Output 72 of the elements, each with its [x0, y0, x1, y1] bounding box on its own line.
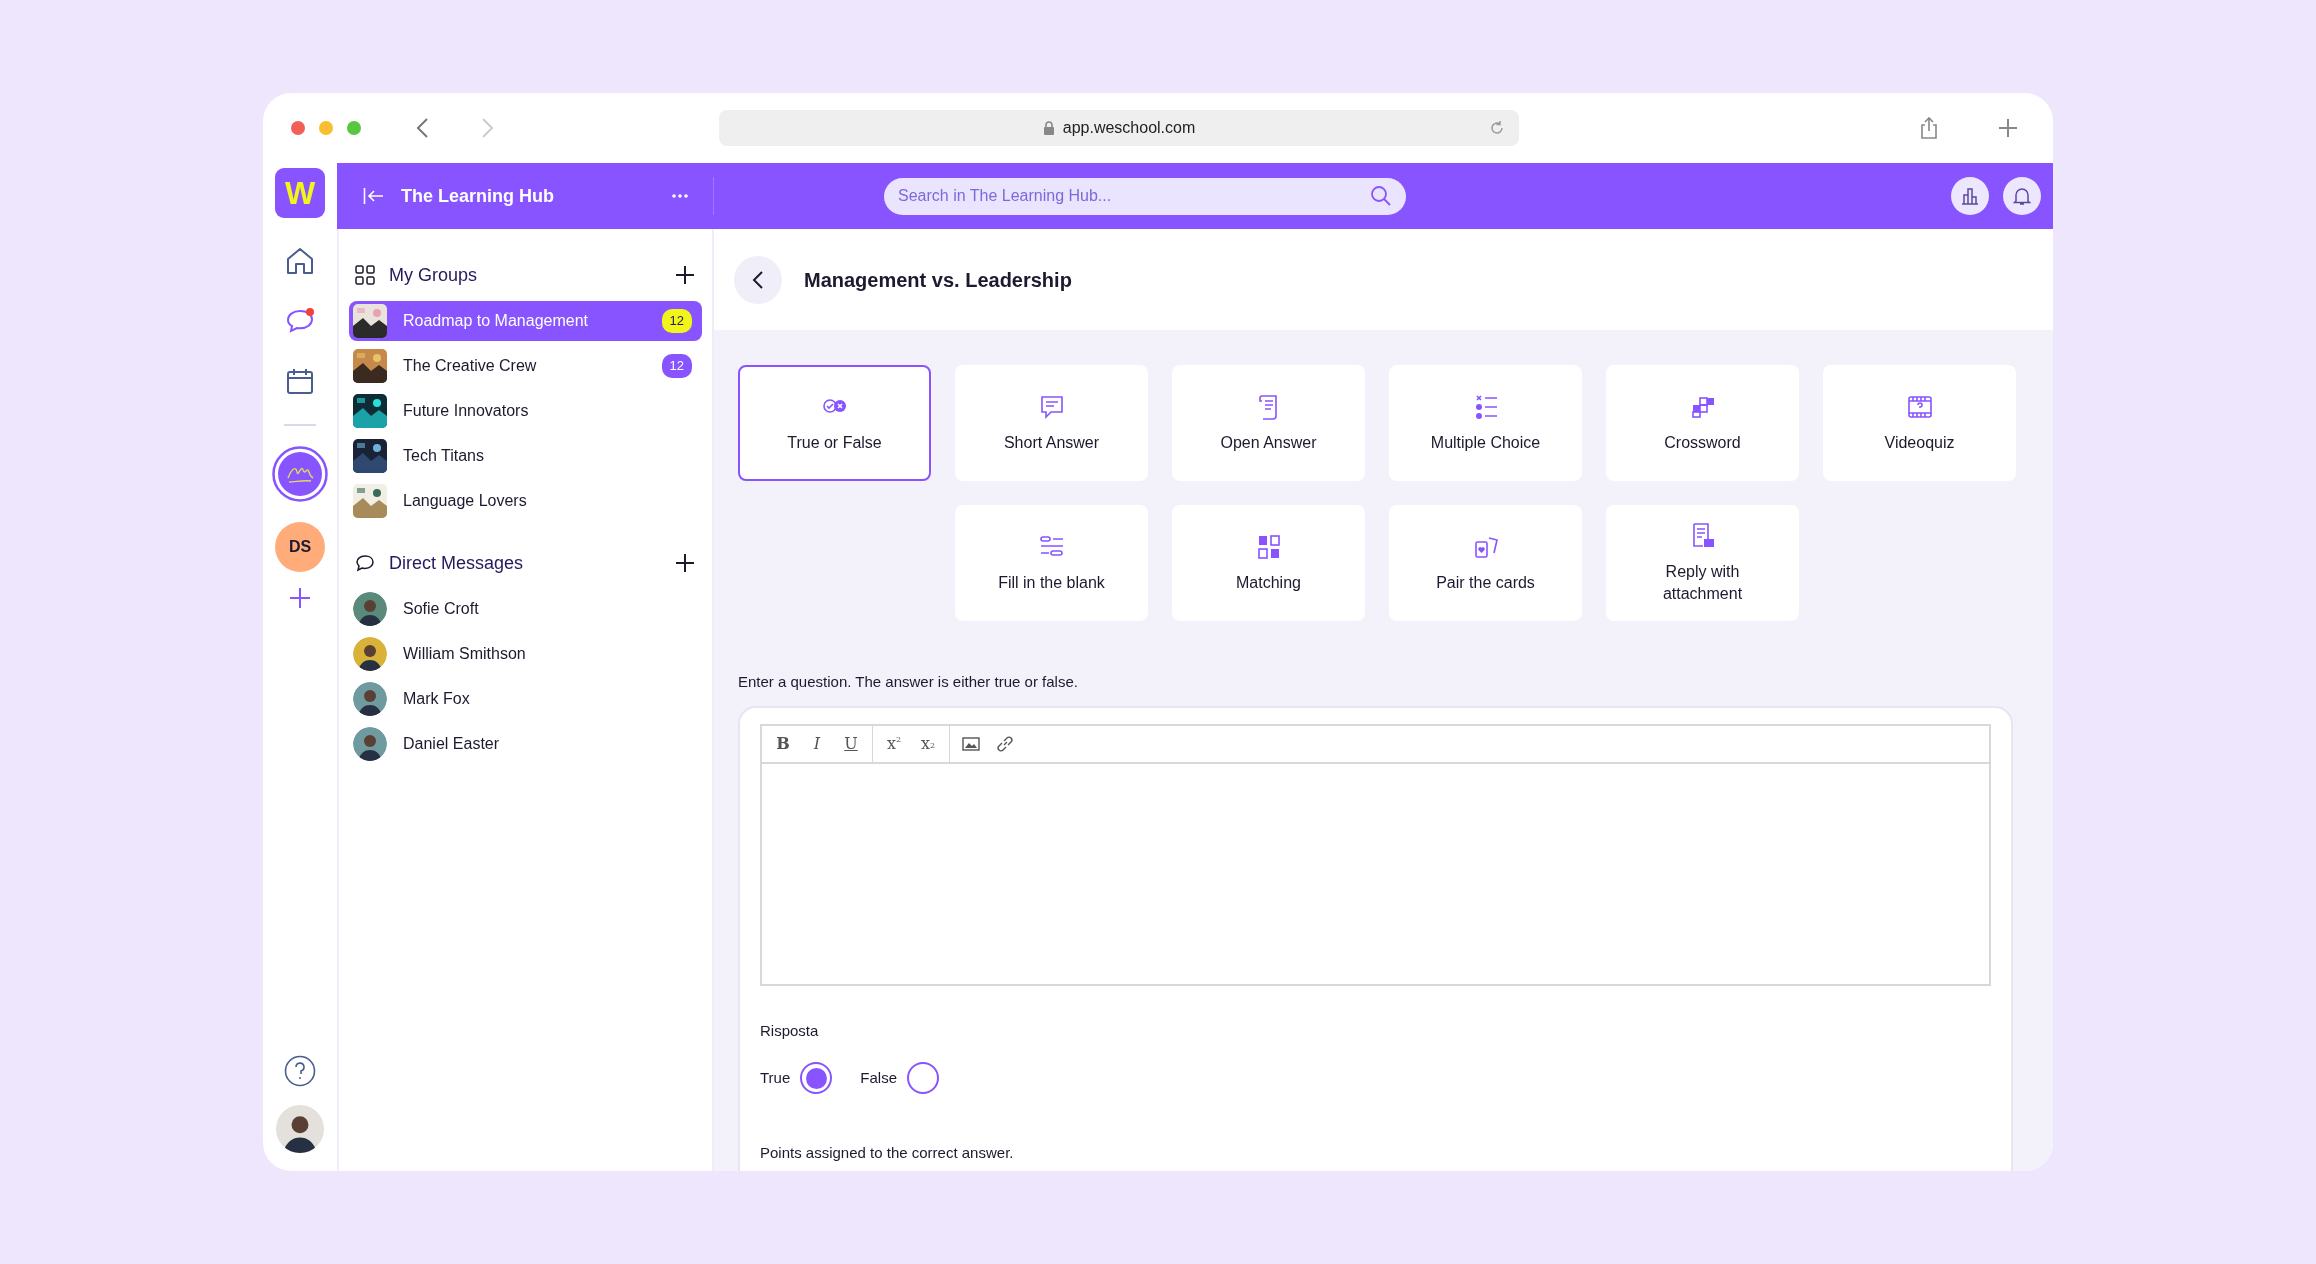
question-type-tile[interactable]: Reply with attachment	[1606, 505, 1799, 621]
points-label: Points assigned to the correct answer.	[760, 1143, 1015, 1163]
add-icon[interactable]	[674, 552, 696, 574]
help-icon[interactable]	[284, 1055, 316, 1087]
question-type-tile[interactable]: Matching	[1172, 505, 1365, 621]
italic-button[interactable]: I	[802, 728, 832, 759]
close-dot[interactable]	[291, 121, 305, 135]
answer-label: Risposta	[760, 1020, 820, 1041]
app-logo[interactable]: W	[275, 168, 325, 218]
stats-button[interactable]	[1951, 177, 1989, 215]
underline-button[interactable]: U	[836, 728, 866, 759]
group-item[interactable]: Roadmap to Management 12	[349, 301, 702, 341]
group-item[interactable]: Future Innovators	[349, 391, 702, 431]
section-title: Direct Messages	[389, 551, 525, 575]
address-bar[interactable]: app.weschool.com	[719, 110, 1519, 146]
hub-title: The Learning Hub	[401, 184, 554, 208]
avatar	[353, 592, 387, 626]
count-badge: 12	[661, 309, 692, 333]
chevron-left-icon	[752, 269, 764, 290]
question-type-tile[interactable]: Multiple Choice	[1389, 365, 1582, 481]
question-type-tile[interactable]: Pair the cards	[1389, 505, 1582, 621]
group-item[interactable]: The Creative Crew 12	[349, 346, 702, 386]
collapse-icon[interactable]	[363, 187, 385, 205]
avatar	[353, 637, 387, 671]
chat-icon	[355, 553, 375, 573]
more-icon[interactable]	[671, 193, 689, 199]
space-avatar[interactable]: DS	[275, 522, 325, 572]
add-icon[interactable]	[674, 264, 696, 286]
image-icon	[962, 736, 980, 751]
group-item[interactable]: Language Lovers	[349, 481, 702, 521]
share-icon[interactable]	[1919, 116, 1939, 140]
question-type-tile[interactable]: Open Answer	[1172, 365, 1365, 481]
reload-icon[interactable]	[1489, 120, 1505, 136]
avatar	[353, 682, 387, 716]
question-type-tile[interactable]: Short Answer	[955, 365, 1148, 481]
superscript-button[interactable]: x$^{2}$	[879, 728, 909, 759]
question-type-tile[interactable]: Crossword	[1606, 365, 1799, 481]
avatar	[353, 727, 387, 761]
calendar-icon[interactable]	[285, 366, 315, 396]
link-icon	[996, 734, 1014, 753]
contact-item[interactable]: Sofie Croft	[349, 589, 702, 629]
answer-option[interactable]: True	[760, 1062, 833, 1094]
new-tab-icon[interactable]	[1997, 117, 2019, 139]
question-type-tile[interactable]: True or False	[738, 365, 931, 481]
radio-button[interactable]	[907, 1062, 939, 1094]
grid-icon	[355, 265, 375, 285]
question-type-tile[interactable]: Fill in the blank	[955, 505, 1148, 621]
lock-icon	[1042, 120, 1055, 136]
bar-chart-icon	[1960, 186, 1980, 206]
answer-option[interactable]: False	[860, 1062, 939, 1094]
count-badge: 12	[661, 354, 692, 378]
group-item[interactable]: Tech Titans	[349, 436, 702, 476]
notifications-button[interactable]	[2003, 177, 2041, 215]
question-type-tile[interactable]: Videoquiz	[1823, 365, 2016, 481]
contact-item[interactable]: William Smithson	[349, 634, 702, 674]
contact-item[interactable]: Mark Fox	[349, 679, 702, 719]
page-title: Management vs. Leadership	[804, 267, 1072, 293]
minimize-dot[interactable]	[319, 121, 333, 135]
instruction-text: Enter a question. The answer is either true or false.	[738, 672, 1079, 692]
back-button[interactable]	[734, 255, 782, 304]
user-avatar	[276, 1105, 324, 1153]
home-icon[interactable]	[285, 246, 315, 276]
search-icon	[1370, 185, 1392, 207]
bold-button[interactable]: B	[768, 728, 798, 759]
contact-item[interactable]: Daniel Easter	[349, 724, 702, 764]
section-title: My Groups	[389, 263, 479, 287]
zoom-dot[interactable]	[347, 121, 361, 135]
group-avatar[interactable]	[272, 446, 328, 502]
radio-button[interactable]	[800, 1062, 833, 1094]
bell-icon	[2012, 186, 2032, 206]
back-icon[interactable]	[415, 117, 431, 139]
url-text: app.weschool.com	[1062, 118, 1196, 138]
